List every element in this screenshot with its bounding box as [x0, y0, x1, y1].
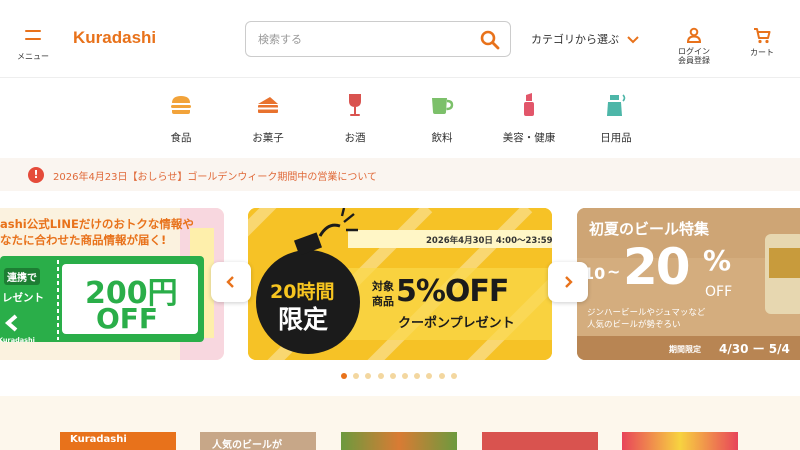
banner-line-off: OFF [96, 302, 159, 335]
banner-beer-sub-2: 人気のビールが勢ぞろい [587, 320, 681, 330]
banner-beer-feature[interactable]: 初夏のビール特集 10 ~ 20 % OFF ジンハービールやジュマッなど 人気… [577, 208, 800, 360]
banner-beer-period-label: 期間限定 [669, 345, 701, 354]
category-label: お酒 [344, 132, 366, 144]
banner-target-2: 商品 [372, 295, 394, 308]
featured-tile[interactable] [341, 432, 457, 450]
banner-line-connect: 連携で [4, 268, 40, 285]
banner-line-coupon[interactable]: ashi公式LINEだけのおトクな情報や なたに合わせた商品情報が届く! 連携で… [0, 208, 224, 360]
login-button[interactable]: ログイン 会員登録 [672, 27, 716, 65]
site-logo[interactable]: Kuradashi [73, 28, 156, 48]
category-label: 日用品 [600, 132, 632, 144]
category-food[interactable]: 食品 [146, 92, 216, 145]
carousel-dot[interactable] [414, 373, 421, 379]
category-label: 食品 [170, 132, 192, 144]
spray-bottle-icon [607, 94, 626, 116]
banner-percent: 5%OFF [396, 274, 509, 309]
banner-beer-range-sep: ~ [607, 262, 621, 281]
carousel-dot[interactable] [365, 373, 372, 379]
category-dropdown-label: カテゴリから選ぶ [531, 33, 619, 46]
featured-tile-label: Kuradashi [70, 434, 127, 445]
login-label: ログイン [678, 47, 710, 56]
banner-line-present: レゼント [2, 292, 44, 304]
banner-date: 2026年4月30日 4:00〜23:59 [426, 236, 552, 246]
category-dropdown[interactable]: カテゴリから選ぶ [531, 31, 639, 47]
banner-beer-range-to: 20 [623, 238, 691, 296]
featured-tile[interactable]: 人気のビールが [200, 432, 316, 450]
menu-button[interactable]: メニュー [16, 30, 50, 62]
banner-line-headline-2: なたに合わせた商品情報が届く! [0, 233, 167, 247]
carousel-dot[interactable] [353, 373, 360, 379]
alert-icon: ! [28, 167, 44, 183]
category-drinks[interactable]: 飲料 [407, 92, 477, 145]
banner-line-brand: Kuradashi [0, 336, 35, 344]
notice-text[interactable]: 2026年4月23日【おしらせ】ゴールデンウィーク期間中の営業について [53, 168, 377, 183]
burger-icon [171, 96, 191, 114]
featured-tile[interactable]: Kuradashi [60, 432, 176, 450]
category-alcohol[interactable]: お酒 [320, 92, 390, 145]
banner-time-limited-coupon[interactable]: 20時間 限定 2026年4月30日 4:00〜23:59 対象 商品 5%OF… [248, 208, 552, 360]
site-header: メニュー Kuradashi カテゴリから選ぶ ログイン 会員登録 カート [0, 0, 800, 78]
category-label: 美容・健康 [502, 132, 556, 144]
hamburger-icon [25, 30, 41, 42]
banner-line-headline-1: ashi公式LINEだけのおトクな情報や [0, 217, 194, 231]
user-icon [686, 27, 702, 43]
banner-coupon: クーポンプレゼント [398, 316, 515, 331]
category-beauty[interactable]: 美容・健康 [494, 92, 564, 145]
featured-tile[interactable] [482, 432, 598, 450]
category-daily-goods[interactable]: 日用品 [581, 92, 651, 145]
featured-tile[interactable] [622, 432, 738, 450]
carousel-dot[interactable] [402, 373, 408, 379]
featured-tile-label: 人気のビールが [212, 440, 282, 450]
banner-beer-pct: % [703, 244, 732, 277]
carousel-next-button[interactable] [548, 262, 588, 302]
cake-icon [258, 97, 278, 113]
category-sweets[interactable]: お菓子 [233, 92, 303, 145]
menu-label: メニュー [17, 52, 49, 61]
chevron-down-icon [626, 36, 639, 44]
carousel-dot[interactable] [377, 373, 384, 379]
carousel-dot[interactable] [426, 373, 433, 379]
cart-button[interactable]: カート [744, 27, 780, 57]
carousel-dot[interactable] [341, 373, 347, 379]
search-icon[interactable] [480, 30, 500, 50]
carousel-dot[interactable] [450, 373, 457, 379]
category-nav: 食品 お菓子 お酒 飲料 美容・健康 日用品 [150, 92, 650, 148]
banner-beer-period: 4/30 ー 5/4 [719, 342, 790, 356]
carousel-prev-button[interactable] [211, 262, 251, 302]
banner-target-1: 対象 [372, 280, 394, 293]
category-label: お菓子 [252, 132, 284, 144]
banner-limited: 限定 [278, 305, 329, 334]
wine-glass-icon [349, 94, 361, 116]
cart-label: カート [750, 48, 774, 57]
lipstick-icon [524, 93, 534, 116]
notice-bar[interactable]: ! 2026年4月23日【おしらせ】ゴールデンウィーク期間中の営業について [0, 158, 800, 191]
cup-icon [432, 98, 454, 114]
chevron-right-icon [565, 276, 573, 288]
banner-beer-sub-1: ジンハービールやジュマッなど [587, 308, 706, 318]
chevron-left-icon [226, 276, 234, 288]
register-label: 会員登録 [678, 56, 710, 65]
banner-beer-off: OFF [705, 284, 733, 300]
carousel-dot[interactable] [389, 373, 396, 379]
cart-icon [754, 28, 771, 44]
banner-beer-title: 初夏のビール特集 [589, 220, 710, 238]
search-input[interactable] [258, 30, 468, 48]
category-label: 飲料 [431, 132, 453, 144]
search-box [245, 21, 511, 57]
carousel-dot[interactable] [438, 373, 445, 379]
